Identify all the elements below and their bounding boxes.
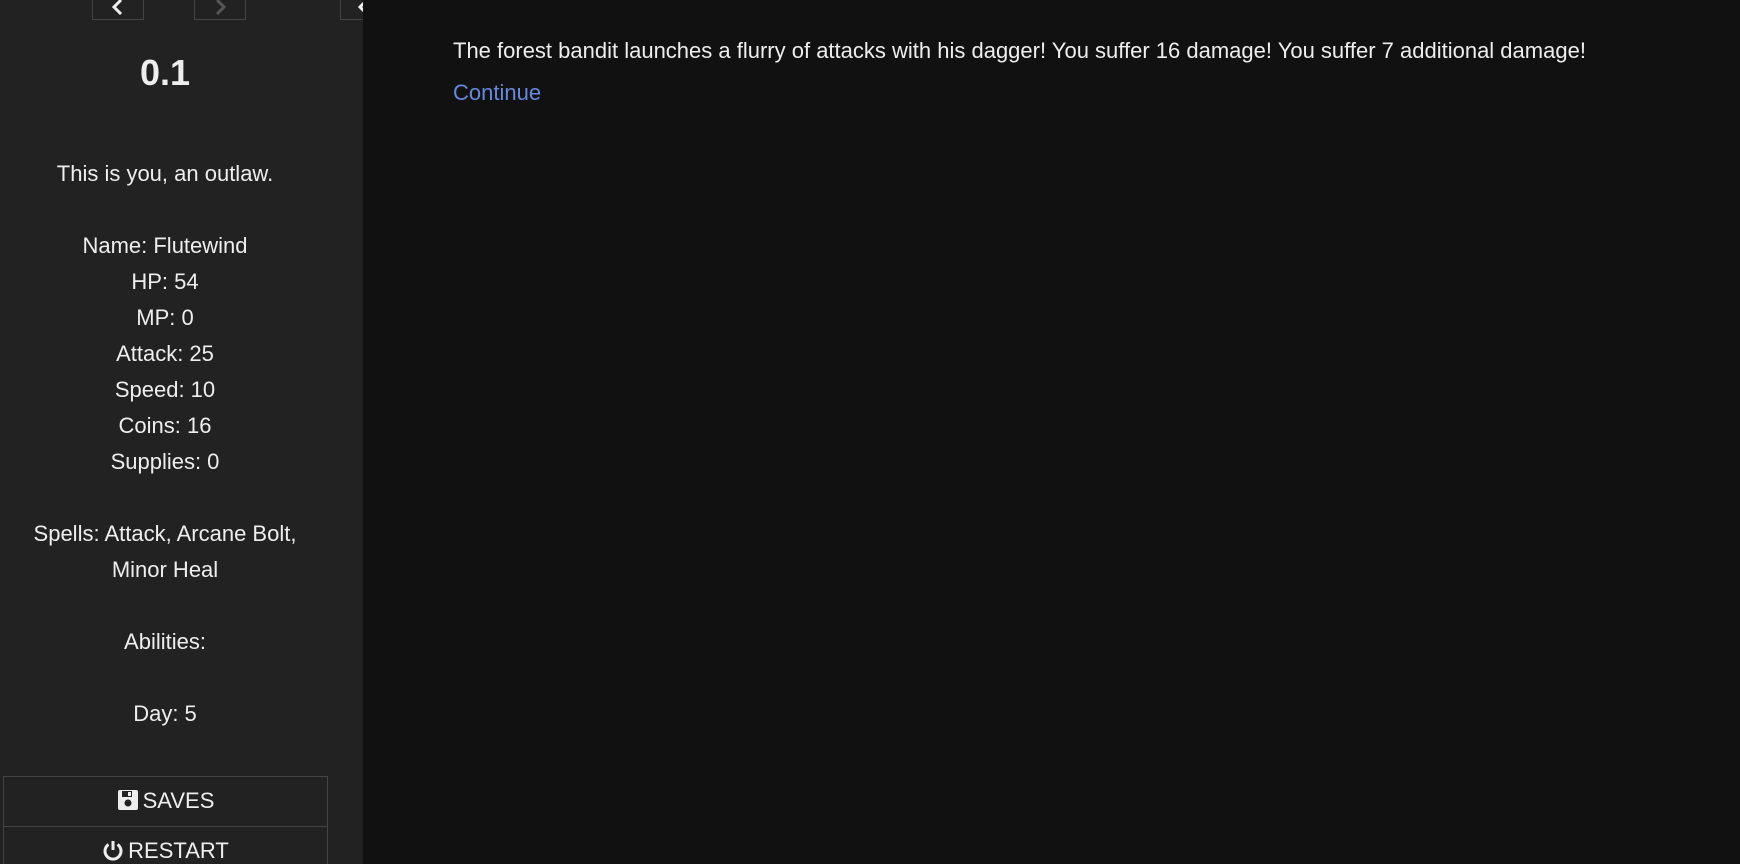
floppy-disk-icon xyxy=(117,790,138,810)
chevron-left-icon xyxy=(357,1,363,13)
chevron-left-icon xyxy=(111,0,123,16)
story-caption: This is you, an outlaw. Name: Flutewind … xyxy=(0,156,330,732)
saves-label: SAVES xyxy=(142,788,215,813)
power-icon xyxy=(103,841,123,861)
stat-coins: Coins: 16 xyxy=(118,413,212,438)
history-forward-button[interactable] xyxy=(194,0,246,20)
sidebar-stow-button[interactable] xyxy=(340,0,363,20)
stat-supplies: Supplies: 0 xyxy=(110,449,220,474)
stat-spells-line2: Minor Heal xyxy=(111,557,219,582)
stat-day: Day: 5 xyxy=(133,701,197,726)
stat-attack: Attack: 25 xyxy=(116,341,214,366)
story-passage: The forest bandit launches a flurry of a… xyxy=(453,36,1713,108)
stat-speed: Speed: 10 xyxy=(114,377,216,402)
chevron-right-icon xyxy=(215,0,227,16)
ui-sidebar: 0.1 This is you, an outlaw. Name: Flutew… xyxy=(0,0,363,864)
caption-intro: This is you, an outlaw. xyxy=(56,161,274,186)
stat-mp: MP: 0 xyxy=(136,305,194,330)
saves-button[interactable]: SAVES xyxy=(3,776,328,826)
stat-hp: HP: 54 xyxy=(131,269,199,294)
stat-name: Name: Flutewind xyxy=(82,233,248,258)
stat-abilities: Abilities: xyxy=(124,629,206,654)
history-backward-button[interactable] xyxy=(92,0,144,20)
sidebar-menu: SAVES RESTART xyxy=(3,776,328,864)
passage-text: The forest bandit launches a flurry of a… xyxy=(453,38,1586,63)
stat-spells-line1: Spells: Attack, Arcane Bolt, xyxy=(33,521,297,546)
continue-link[interactable]: Continue xyxy=(453,78,541,108)
restart-label: RESTART xyxy=(128,838,229,863)
sidebar-body: 0.1 This is you, an outlaw. Name: Flutew… xyxy=(0,0,330,864)
restart-button[interactable]: RESTART xyxy=(3,826,328,864)
story-version: 0.1 xyxy=(139,52,191,93)
